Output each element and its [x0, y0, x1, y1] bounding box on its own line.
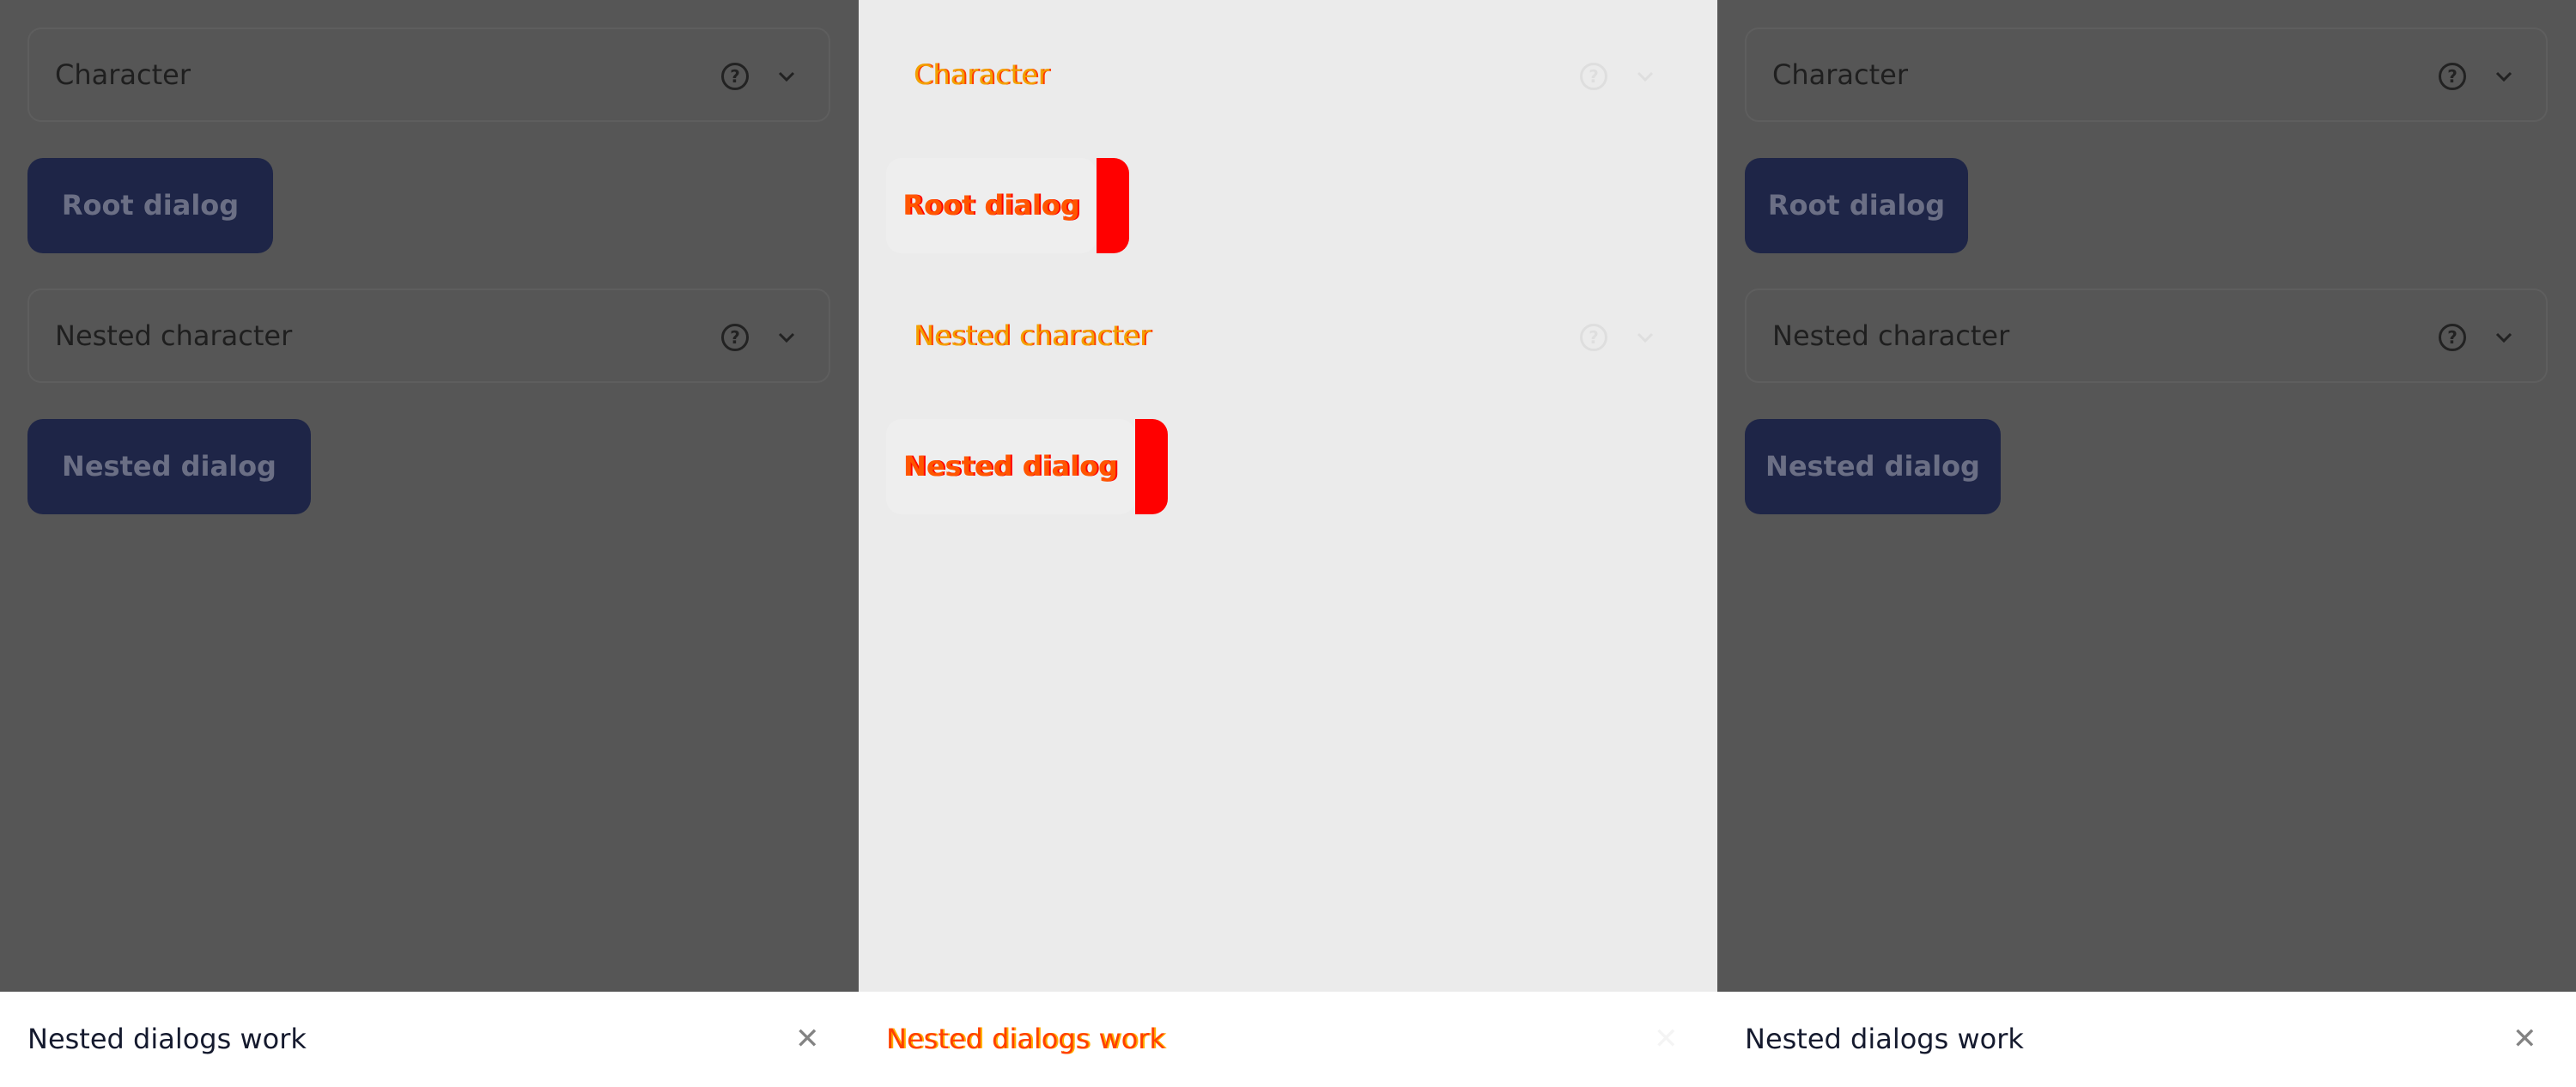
nested-character-select[interactable]: Nested character ?: [886, 288, 1689, 383]
help-circle-icon[interactable]: ?: [2439, 63, 2466, 90]
toast-message: Nested dialogs work: [27, 1023, 307, 1055]
close-icon[interactable]: ✕: [2512, 992, 2537, 1087]
nested-character-label: Nested character: [55, 319, 293, 352]
character-label: Character: [55, 58, 191, 91]
character-select[interactable]: Character ?: [1745, 27, 2548, 122]
nested-character-label: Nested character: [1772, 319, 2010, 352]
character-label: Character: [1772, 58, 1908, 91]
root-dialog-label: Root dialog: [902, 189, 1080, 222]
character-select[interactable]: Character ?: [27, 27, 830, 122]
root-dialog-button[interactable]: Root dialog: [886, 158, 1129, 253]
nested-dialog-button[interactable]: Nested dialog: [1745, 419, 2001, 514]
toast: Nested dialogs work ✕: [859, 992, 1717, 1087]
toast-message: Nested dialogs work: [1745, 1023, 2024, 1055]
chevron-down-icon[interactable]: [2490, 63, 2518, 90]
toast: Nested dialogs work ✕: [1717, 992, 2576, 1087]
toast: Nested dialogs work ✕: [0, 992, 859, 1087]
diff-highlight: [1135, 419, 1168, 514]
close-icon[interactable]: ✕: [1654, 992, 1679, 1087]
character-select[interactable]: Character ?: [886, 27, 1689, 122]
nested-character-label: Nested character: [914, 319, 1151, 352]
help-circle-icon[interactable]: ?: [721, 63, 749, 90]
toast-message: Nested dialogs work: [886, 1023, 1165, 1055]
nested-dialog-button[interactable]: Nested dialog: [886, 419, 1168, 514]
nested-character-select[interactable]: Nested character ?: [27, 288, 830, 383]
diff-highlight: [1097, 158, 1129, 253]
close-icon[interactable]: ✕: [795, 992, 820, 1087]
root-dialog-button[interactable]: Root dialog: [1745, 158, 1968, 253]
panel-expected: Character ? Root dialog Nested character…: [0, 0, 859, 1087]
panel-actual: Character ? Root dialog Nested character…: [1717, 0, 2576, 1087]
chevron-down-icon[interactable]: [1631, 63, 1659, 90]
panel-diff: Character ? Root dialog Nested character…: [859, 0, 1717, 1087]
character-label: Character: [914, 58, 1049, 91]
nested-dialog-label: Nested dialog: [903, 450, 1118, 483]
chevron-down-icon[interactable]: [773, 63, 800, 90]
nested-dialog-button[interactable]: Nested dialog: [27, 419, 311, 514]
chevron-down-icon[interactable]: [2490, 324, 2518, 351]
chevron-down-icon[interactable]: [1631, 324, 1659, 351]
help-circle-icon[interactable]: ?: [1580, 63, 1607, 90]
nested-character-select[interactable]: Nested character ?: [1745, 288, 2548, 383]
chevron-down-icon[interactable]: [773, 324, 800, 351]
help-circle-icon[interactable]: ?: [721, 324, 749, 351]
help-circle-icon[interactable]: ?: [1580, 324, 1607, 351]
help-circle-icon[interactable]: ?: [2439, 324, 2466, 351]
root-dialog-button[interactable]: Root dialog: [27, 158, 273, 253]
